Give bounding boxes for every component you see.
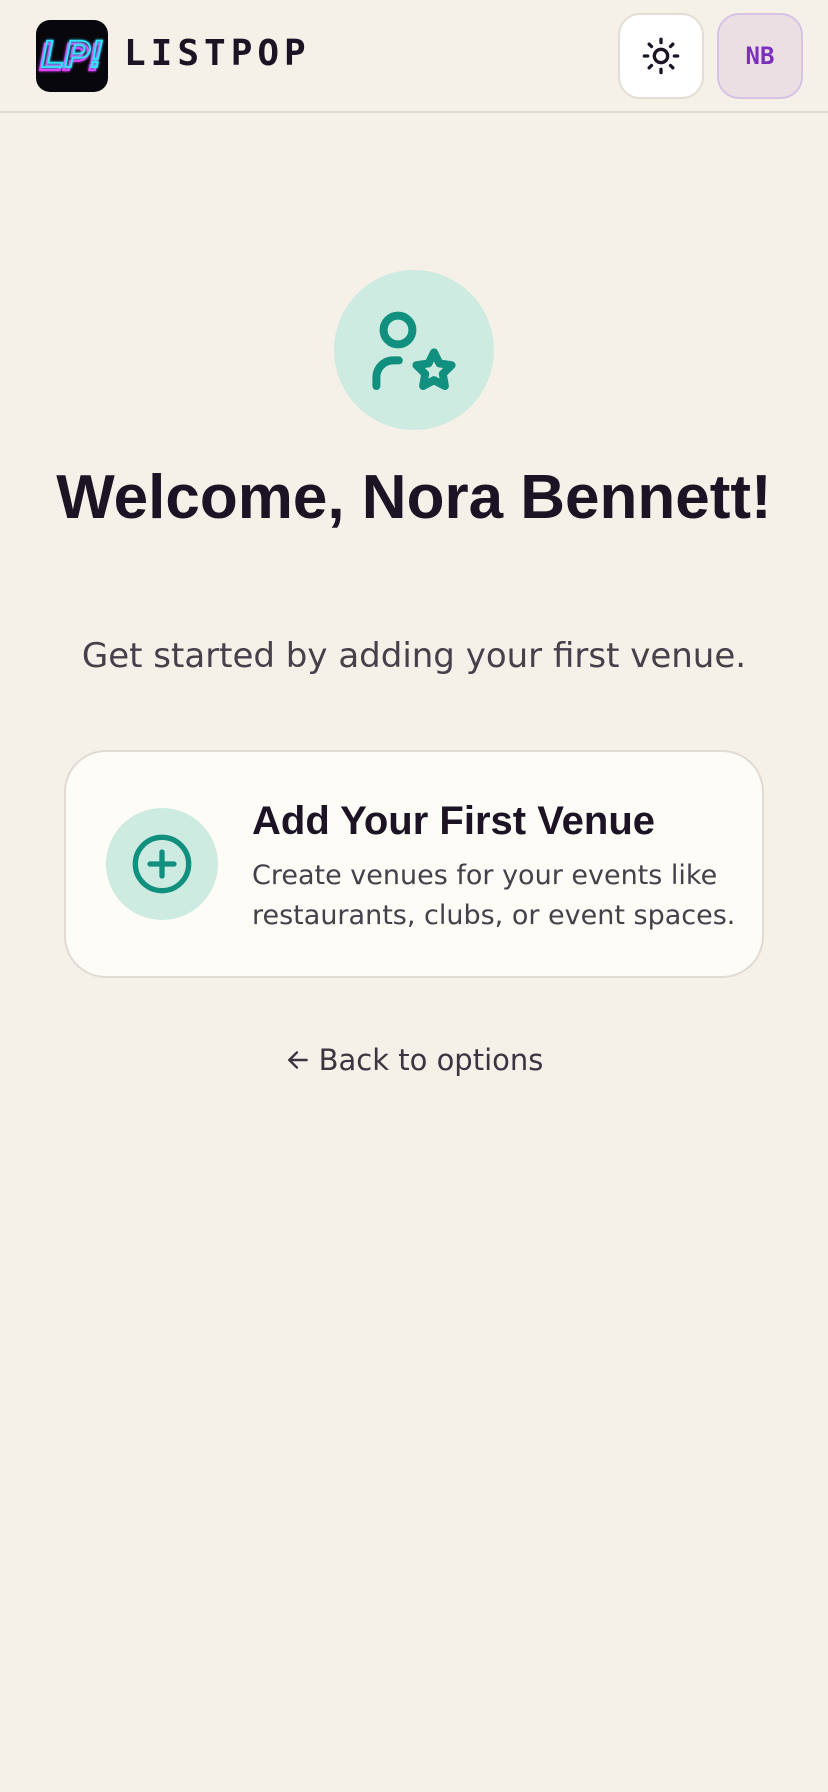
add-first-venue-card[interactable]: Add Your First Venue Create venues for y… bbox=[64, 750, 764, 978]
app-header: LP! LP! LISTPOP NB bbox=[0, 0, 828, 113]
welcome-subtitle: Get started by adding your first venue. bbox=[81, 636, 747, 676]
user-star-icon bbox=[372, 311, 456, 390]
user-avatar-button[interactable]: NB bbox=[717, 13, 803, 99]
listpop-logo-icon: LP! LP! bbox=[38, 33, 103, 80]
venue-card-title: Add Your First Venue bbox=[252, 799, 656, 843]
back-to-options-link[interactable]: Back to options bbox=[0, 1038, 828, 1082]
avatar-initials: NB bbox=[745, 42, 775, 70]
app-logo[interactable]: LP! LP! bbox=[36, 20, 108, 92]
hero-icon-circle bbox=[334, 270, 494, 430]
venue-card-description: Create venues for your events like resta… bbox=[252, 860, 736, 931]
welcome-heading: Welcome, Nora Bennett! bbox=[56, 463, 772, 532]
arrow-left-icon bbox=[287, 1051, 308, 1069]
back-link-label: Back to options bbox=[318, 1043, 544, 1077]
plus-icon-circle bbox=[106, 808, 218, 920]
brand-name: LISTPOP bbox=[124, 33, 311, 74]
plus-circle-icon bbox=[132, 834, 192, 894]
sun-icon bbox=[642, 37, 680, 75]
svg-text:LP!: LP! bbox=[41, 34, 102, 76]
theme-toggle-button[interactable] bbox=[618, 13, 704, 99]
